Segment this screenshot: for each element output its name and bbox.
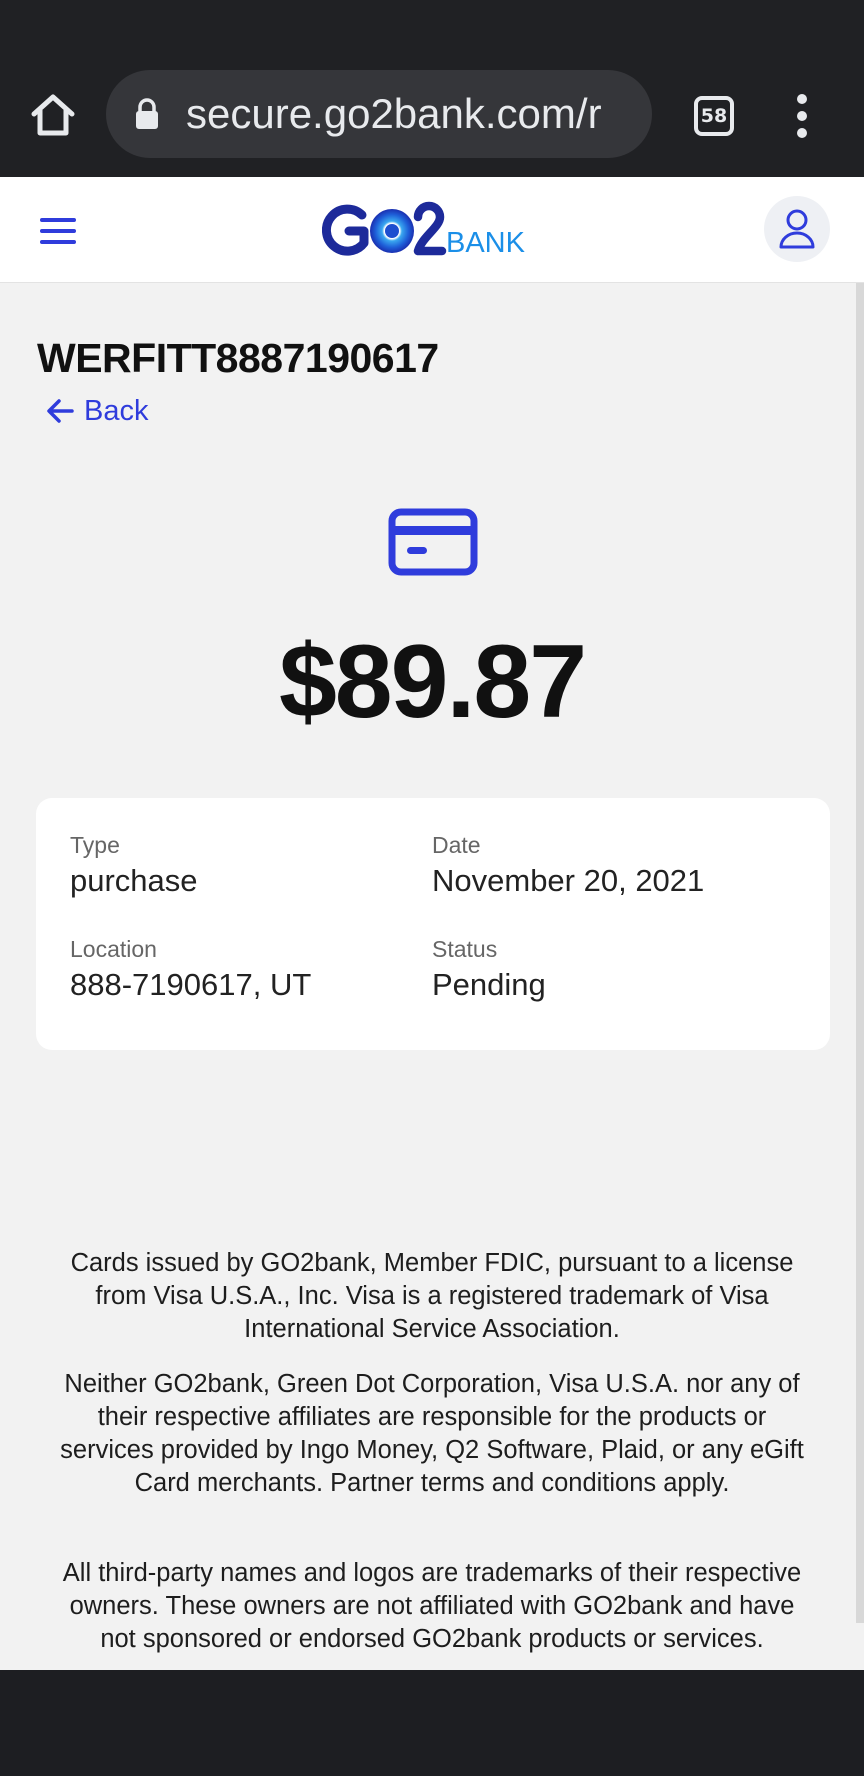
- status-label: Status: [432, 936, 498, 962]
- arrow-left-icon: [47, 399, 74, 423]
- tab-switcher-button[interactable]: 58: [694, 96, 734, 136]
- go2bank-logo[interactable]: BANK: [321, 199, 562, 263]
- back-label: Back: [84, 394, 149, 427]
- svg-text:BANK: BANK: [446, 227, 526, 259]
- date-label: Date: [432, 832, 481, 858]
- back-link[interactable]: Back: [46, 393, 148, 429]
- date-value: November 20, 2021: [432, 863, 705, 898]
- more-options-icon[interactable]: [790, 94, 814, 138]
- transaction-amount: $89.87: [278, 624, 587, 740]
- disclaimer-partners: Neither GO2bank, Green Dot Corporation, …: [60, 1370, 804, 1497]
- disclaimer-visa: Cards issued by GO2bank, Member FDIC, pu…: [70, 1249, 794, 1343]
- url-text: secure.go2bank.com/r: [186, 90, 602, 137]
- user-icon: [779, 209, 815, 249]
- transaction-detail-page: WERFITT8887190617 Back $89.87 Type purch…: [0, 283, 864, 1670]
- system-navigation-bar: [0, 1670, 864, 1776]
- location-value: 888-7190617, UT: [70, 967, 312, 1002]
- logo-bank-text: BANK: [446, 227, 526, 259]
- app-header: BANK: [0, 177, 864, 283]
- page-title: WERFITT8887190617: [37, 335, 439, 381]
- transaction-details-card: Type purchase Date November 20, 2021 Loc…: [36, 798, 830, 1050]
- disclaimer-trademarks: All third-party names and logos are trad…: [62, 1559, 802, 1653]
- profile-button[interactable]: [764, 196, 830, 262]
- home-icon[interactable]: [28, 90, 78, 140]
- browser-toolbar: secure.go2bank.com/r 58: [0, 0, 864, 177]
- status-value: Pending: [432, 967, 546, 1002]
- lock-icon: [134, 98, 160, 130]
- scrollbar[interactable]: [856, 283, 864, 1623]
- location-label: Location: [70, 936, 157, 962]
- type-value: purchase: [70, 863, 198, 898]
- type-label: Type: [70, 832, 120, 858]
- status-field: Status Pending: [432, 936, 546, 1003]
- menu-icon[interactable]: [40, 218, 76, 244]
- screen: secure.go2bank.com/r 58 BANK WERFITT8887…: [0, 0, 864, 1776]
- date-field: Date November 20, 2021: [432, 832, 704, 899]
- credit-card-icon: [388, 508, 478, 576]
- location-field: Location 888-7190617, UT: [70, 936, 311, 1003]
- type-field: Type purchase: [70, 832, 198, 899]
- address-bar[interactable]: secure.go2bank.com/r: [106, 70, 652, 158]
